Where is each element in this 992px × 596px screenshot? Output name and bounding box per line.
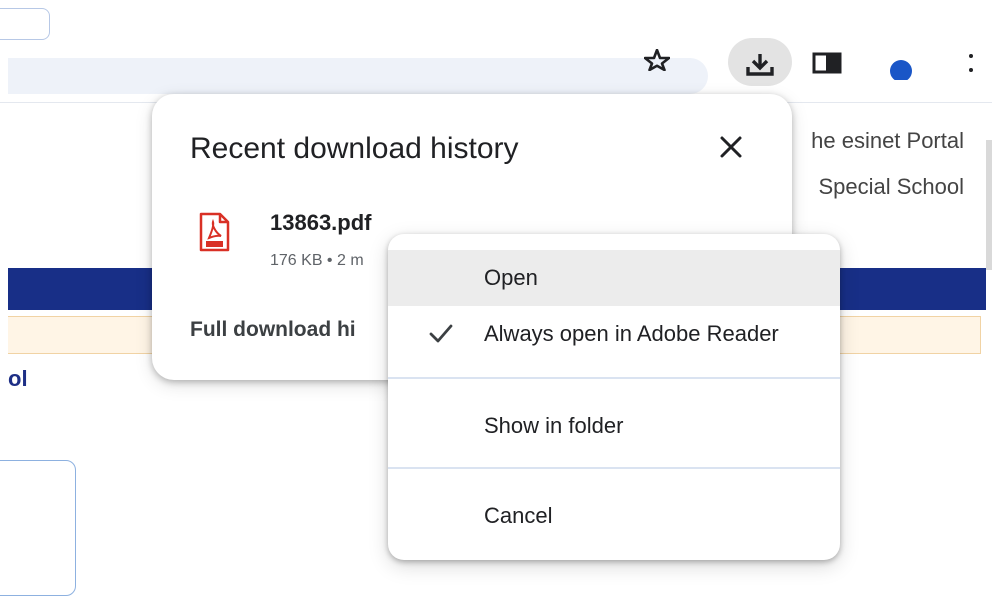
menu-item-label: Open — [484, 265, 538, 290]
profile-avatar[interactable] — [886, 56, 916, 80]
pdf-file-icon — [199, 212, 230, 252]
browser-tab[interactable] — [0, 8, 50, 40]
panel-title: Recent download history — [190, 132, 519, 165]
menu-item-label: Always open in Adobe Reader — [484, 321, 779, 346]
download-file-meta: 176 KB • 2 m — [270, 252, 364, 269]
menu-divider — [388, 377, 840, 379]
download-file-name[interactable]: 13863.pdf — [270, 210, 372, 236]
menu-divider — [388, 467, 840, 469]
page-scrollbar[interactable] — [986, 140, 992, 270]
school-subtitle-text: Special School — [818, 174, 964, 199]
side-panel-icon[interactable] — [812, 52, 842, 74]
menu-item-show-in-folder[interactable]: Show in folder — [388, 398, 840, 454]
star-icon[interactable] — [644, 49, 670, 71]
download-icon — [746, 54, 774, 76]
browser-window: he esinet Portal Special School ol Recen… — [0, 0, 992, 596]
portal-title-text: he esinet Portal — [811, 128, 964, 153]
menu-item-open[interactable]: Open — [388, 250, 840, 306]
menu-item-label: Show in folder — [484, 413, 624, 438]
school-heading: ol — [8, 366, 28, 391]
address-bar[interactable] — [8, 58, 708, 94]
menu-item-always-open[interactable]: Always open in Adobe Reader — [388, 306, 840, 362]
close-icon[interactable] — [718, 134, 744, 160]
full-download-history-link[interactable]: Full download hi — [190, 318, 356, 342]
page-card[interactable] — [0, 460, 76, 596]
menu-item-cancel[interactable]: Cancel — [388, 488, 840, 544]
menu-item-label: Cancel — [484, 503, 553, 528]
more-menu-icon[interactable] — [966, 52, 976, 76]
download-context-menu: Open Always open in Adobe Reader Show in… — [388, 234, 840, 560]
download-button[interactable] — [728, 38, 792, 86]
checkmark-icon — [429, 324, 453, 343]
